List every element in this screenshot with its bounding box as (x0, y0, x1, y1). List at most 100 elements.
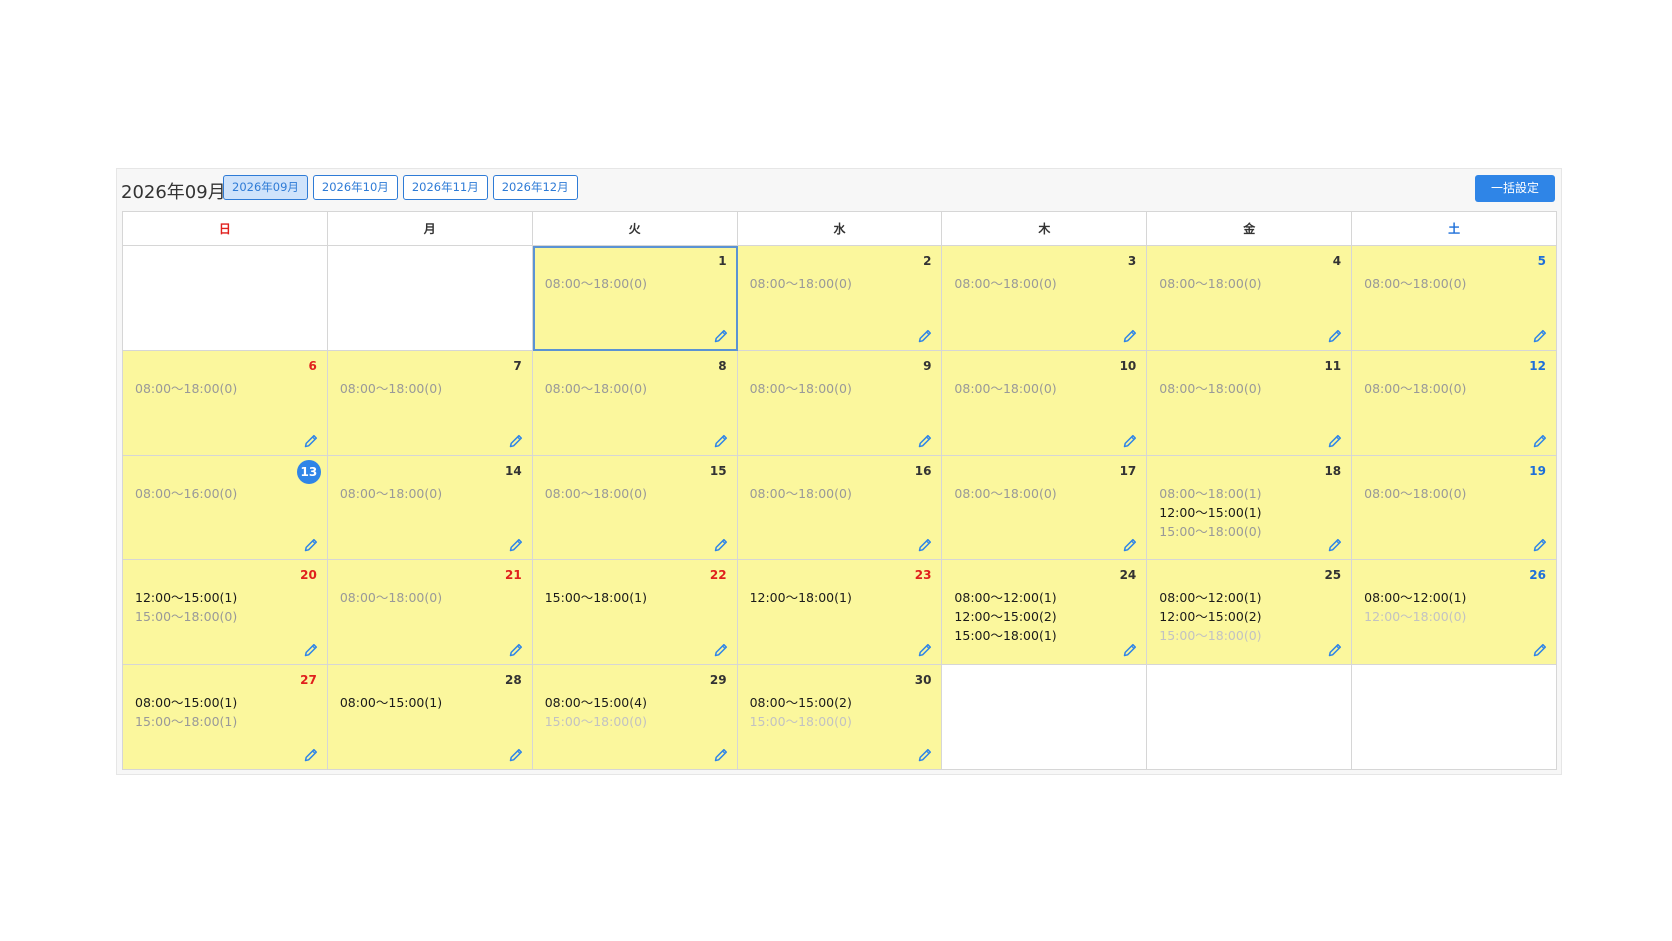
day-number: 18 (1324, 463, 1342, 478)
pencil-icon[interactable] (508, 747, 524, 763)
day-cell[interactable]: 30 08:00〜15:00(2) 15:00〜18:00(0) (737, 665, 943, 770)
day-cell[interactable]: 8 08:00〜18:00(0) (532, 350, 738, 456)
time-slot-list: 08:00〜18:00(1) 12:00〜15:00(1) 15:00〜18:00(… (1159, 484, 1343, 541)
day-cell[interactable]: 2 08:00〜18:00(0) (737, 246, 943, 351)
day-cell[interactable]: 13 08:00〜16:00(0) (123, 455, 328, 561)
pencil-icon[interactable] (508, 433, 524, 449)
month-tab-1[interactable]: 2026年09月 (223, 175, 308, 200)
pencil-icon[interactable] (303, 433, 319, 449)
time-slot: 12:00〜15:00(2) (1159, 609, 1262, 625)
pencil-icon[interactable] (508, 642, 524, 658)
day-number: 1 (718, 254, 727, 268)
time-slot-list: 08:00〜18:00(0) (135, 379, 319, 398)
day-cell[interactable]: 10 08:00〜18:00(0) (942, 350, 1148, 456)
day-cell[interactable]: 9 08:00〜18:00(0) (737, 350, 943, 456)
pencil-icon[interactable] (1327, 433, 1343, 449)
pencil-icon[interactable] (713, 433, 729, 449)
day-cell[interactable]: 14 08:00〜18:00(0) (327, 455, 533, 561)
pencil-icon[interactable] (1122, 433, 1138, 449)
time-slot: 08:00〜18:00(0) (954, 276, 1057, 291)
calendar-grid: 日 月 火 水 木 金 土 1 08:00〜18:00(0) 2 08:00〜18:0… (122, 211, 1557, 770)
day-cell[interactable]: 28 08:00〜15:00(1) (327, 665, 533, 770)
day-cell[interactable]: 21 08:00〜18:00(0) (327, 560, 533, 666)
day-cell[interactable]: 22 15:00〜18:00(1) (532, 560, 738, 666)
day-number: 15 (709, 463, 727, 478)
day-cell[interactable]: 20 12:00〜15:00(1) 15:00〜18:00(0) (123, 560, 328, 666)
time-slot: 08:00〜12:00(1) (1364, 590, 1467, 606)
time-slot-list: 08:00〜18:00(0) (1159, 379, 1343, 398)
empty-day-cell (942, 665, 1148, 770)
time-slot: 08:00〜12:00(1) (1159, 590, 1262, 606)
day-cell[interactable]: 11 08:00〜18:00(0) (1147, 350, 1353, 456)
day-number: 2 (923, 254, 932, 268)
pencil-icon[interactable] (1532, 642, 1548, 658)
day-cell[interactable]: 16 08:00〜18:00(0) (737, 455, 943, 561)
pencil-icon[interactable] (1327, 328, 1343, 344)
day-cell[interactable]: 3 08:00〜18:00(0) (942, 246, 1148, 351)
bulk-settings-button[interactable]: 一括設定 (1474, 175, 1555, 202)
calendar-header: 2026年09月 2026年09月 2026年10月 2026年11月 2026… (117, 169, 1561, 211)
day-cell[interactable]: 27 08:00〜15:00(1) 15:00〜18:00(1) (123, 665, 328, 770)
pencil-icon[interactable] (713, 328, 729, 344)
month-tabs: 2026年09月 2026年10月 2026年11月 2026年12月 (223, 175, 578, 200)
day-number: 23 (914, 568, 932, 583)
pencil-icon[interactable] (917, 642, 933, 658)
time-slot-list: 08:00〜15:00(1) (340, 693, 524, 712)
time-slot: 08:00〜18:00(0) (749, 276, 852, 291)
day-cell[interactable]: 7 08:00〜18:00(0) (327, 350, 533, 456)
day-cell[interactable]: 12 08:00〜18:00(0) (1352, 350, 1557, 456)
empty-day-cell (327, 246, 533, 351)
pencil-icon[interactable] (1532, 328, 1548, 344)
pencil-icon[interactable] (917, 747, 933, 763)
pencil-icon[interactable] (1532, 433, 1548, 449)
pencil-icon[interactable] (1122, 328, 1138, 344)
month-tab-3[interactable]: 2026年11月 (402, 175, 488, 200)
pencil-icon[interactable] (303, 642, 319, 658)
empty-day-cell (1147, 665, 1353, 770)
day-number: 30 (914, 673, 932, 688)
time-slot: 08:00〜18:00(0) (954, 485, 1057, 501)
pencil-icon[interactable] (713, 642, 729, 658)
time-slot: 08:00〜18:00(0) (1159, 276, 1262, 291)
pencil-icon[interactable] (1122, 537, 1138, 553)
day-cell[interactable]: 1 08:00〜18:00(0) (532, 246, 738, 351)
time-slot: 12:00〜15:00(1) (1159, 504, 1262, 520)
time-slot-list: 08:00〜12:00(1) 12:00〜15:00(2) 15:00〜18:00(… (954, 588, 1138, 645)
time-slot: 15:00〜18:00(1) (135, 714, 238, 730)
pencil-icon[interactable] (1122, 642, 1138, 658)
pencil-icon[interactable] (303, 747, 319, 763)
pencil-icon[interactable] (917, 433, 933, 449)
day-cell[interactable]: 24 08:00〜12:00(1) 12:00〜15:00(2) 15:00〜18:0… (942, 560, 1148, 666)
pencil-icon[interactable] (713, 537, 729, 553)
day-cell[interactable]: 5 08:00〜18:00(0) (1352, 246, 1557, 351)
time-slot: 08:00〜12:00(1) (954, 590, 1057, 606)
time-slot-list: 08:00〜18:00(0) (1159, 274, 1343, 293)
day-cell[interactable]: 29 08:00〜15:00(4) 15:00〜18:00(0) (532, 665, 738, 770)
time-slot-list: 08:00〜18:00(0) (340, 379, 524, 398)
pencil-icon[interactable] (1327, 642, 1343, 658)
pencil-icon[interactable] (713, 747, 729, 763)
pencil-icon[interactable] (1327, 537, 1343, 553)
day-number: 25 (1324, 568, 1342, 583)
day-cell[interactable]: 26 08:00〜12:00(1) 12:00〜18:00(0) (1352, 560, 1557, 666)
time-slot: 15:00〜18:00(0) (1159, 523, 1262, 539)
month-tab-4[interactable]: 2026年12月 (492, 175, 578, 200)
day-cell[interactable]: 6 08:00〜18:00(0) (123, 350, 328, 456)
time-slot: 08:00〜15:00(2) (749, 695, 852, 711)
month-tab-2[interactable]: 2026年10月 (312, 175, 398, 200)
pencil-icon[interactable] (917, 537, 933, 553)
pencil-icon[interactable] (508, 537, 524, 553)
today-day-number: 13 (296, 459, 321, 484)
pencil-icon[interactable] (303, 537, 319, 553)
day-cell[interactable]: 19 08:00〜18:00(0) (1352, 455, 1557, 561)
day-cell[interactable]: 4 08:00〜18:00(0) (1147, 246, 1353, 351)
day-cell[interactable]: 23 12:00〜18:00(1) (737, 560, 943, 666)
pencil-icon[interactable] (1532, 537, 1548, 553)
day-cell[interactable]: 15 08:00〜18:00(0) (532, 455, 738, 561)
day-cell[interactable]: 25 08:00〜12:00(1) 12:00〜15:00(2) 15:00〜18:0… (1147, 560, 1353, 666)
day-cell[interactable]: 17 08:00〜18:00(0) (942, 455, 1148, 561)
weekday-header: 金 (1147, 212, 1353, 246)
day-cell[interactable]: 18 08:00〜18:00(1) 12:00〜15:00(1) 15:00〜18:0… (1147, 455, 1353, 561)
time-slot-list: 08:00〜18:00(0) (954, 484, 1138, 503)
pencil-icon[interactable] (917, 328, 933, 344)
